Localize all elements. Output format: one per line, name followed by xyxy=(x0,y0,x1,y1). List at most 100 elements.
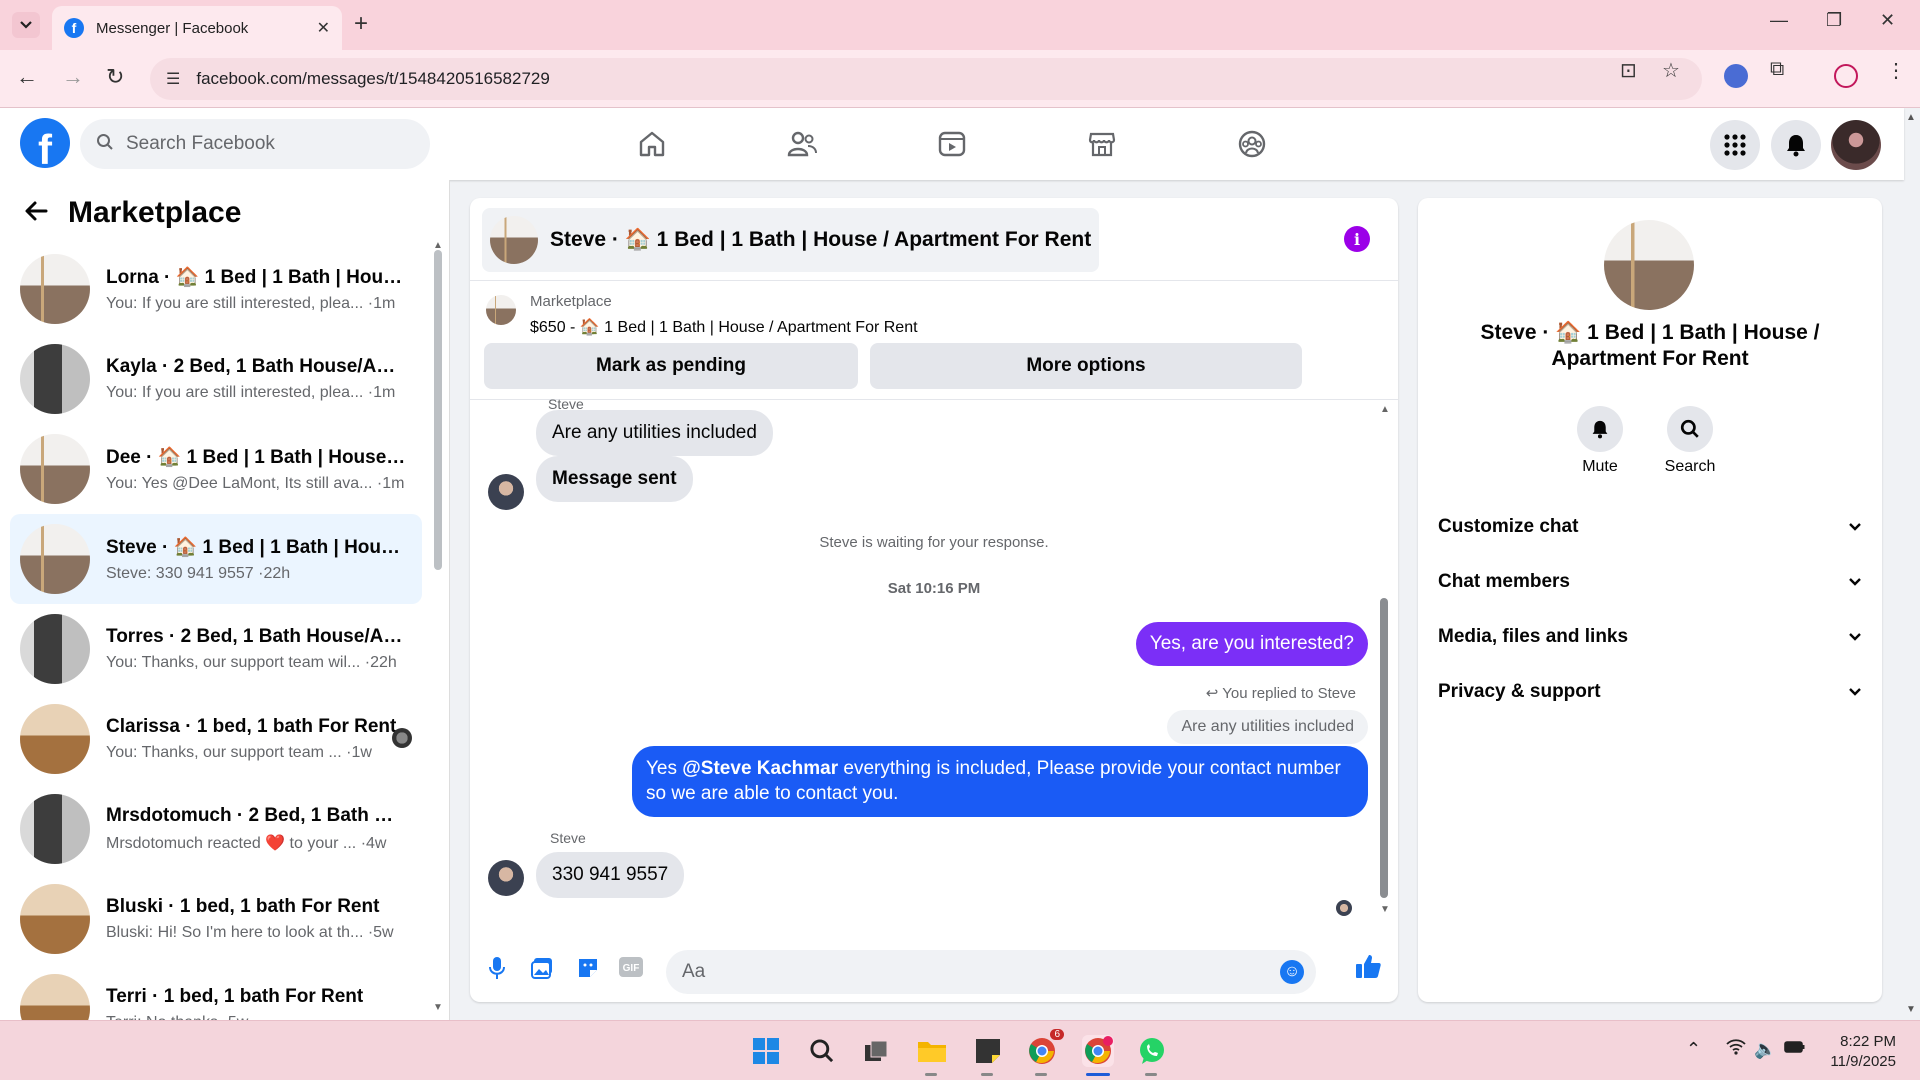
incoming-message[interactable]: Message sent xyxy=(536,456,693,502)
conversation-text: Kayla · 2 Bed, 1 Bath House/Apa... You: I… xyxy=(106,356,406,402)
video-icon[interactable] xyxy=(924,122,980,166)
conversation-item[interactable]: Mrsdotomuch · 2 Bed, 1 Bath Ho... Mrsdoto… xyxy=(10,784,422,874)
minimize-icon[interactable]: — xyxy=(1770,10,1788,31)
notifications-bell-icon[interactable] xyxy=(1771,120,1821,170)
conversation-item[interactable]: Clarissa · 1 bed, 1 bath For Rent You: Th… xyxy=(10,694,422,784)
restore-icon[interactable]: ❐ xyxy=(1826,10,1842,31)
whatsapp-running-indicator xyxy=(1145,1073,1157,1076)
close-window-icon[interactable]: ✕ xyxy=(1880,10,1895,31)
mark-as-pending-button[interactable]: Mark as pending xyxy=(484,343,858,389)
conversation-item[interactable]: Kayla · 2 Bed, 1 Bath House/Apa... You: I… xyxy=(10,334,422,424)
page-scroll-down-icon[interactable]: ▼ xyxy=(1906,1004,1916,1015)
mute-button[interactable]: Mute xyxy=(1560,406,1640,476)
taskbar-search-icon[interactable] xyxy=(806,1035,838,1067)
sidebar-scroll-down-icon[interactable]: ▼ xyxy=(433,1002,443,1013)
browser-menu-icon[interactable]: ⋮ xyxy=(1886,58,1906,83)
message-input[interactable]: Aa ☺ xyxy=(666,950,1316,994)
facebook-search-input[interactable]: Search Facebook xyxy=(80,119,430,169)
listing-title[interactable]: $650 - 🏠 1 Bed | 1 Bath | House / Apartm… xyxy=(530,317,918,337)
quoted-message[interactable]: Are any utilities included xyxy=(1167,710,1368,744)
conversation-item[interactable]: Torres · 2 Bed, 1 Bath House/Ap... You: T… xyxy=(10,604,422,694)
outgoing-message[interactable]: Yes, are you interested? xyxy=(1135,622,1368,666)
incoming-message[interactable]: 330 941 9557 xyxy=(536,852,685,898)
section-label: Chat members xyxy=(1438,571,1570,592)
extensions-puzzle-icon[interactable]: ⧉ xyxy=(1770,58,1784,81)
chat-scroll-down-icon[interactable]: ▼ xyxy=(1380,904,1390,915)
more-options-button[interactable]: More options xyxy=(870,343,1302,389)
reload-icon[interactable]: ↻ xyxy=(106,64,124,90)
sidebar-scrollbar[interactable] xyxy=(434,250,442,570)
incoming-message[interactable]: Are any utilities included xyxy=(536,410,773,456)
install-app-icon[interactable]: ⊡ xyxy=(1620,58,1637,83)
site-info-icon[interactable]: ☰ xyxy=(166,69,180,89)
profile-icon[interactable] xyxy=(1834,64,1858,88)
home-icon[interactable] xyxy=(624,122,680,166)
browser-tab[interactable]: f Messenger | Facebook ✕ xyxy=(52,6,342,50)
back-arrow-icon[interactable] xyxy=(24,196,48,230)
task-view-icon[interactable] xyxy=(860,1035,892,1067)
outgoing-message[interactable]: Yes @Steve Kachmar everything is include… xyxy=(632,746,1368,818)
conversation-item[interactable]: Lorna · 🏠 1 Bed | 1 Bath | House... You: … xyxy=(10,244,422,334)
chat-scroll-up-icon[interactable]: ▲ xyxy=(1380,404,1390,415)
file-explorer-icon[interactable] xyxy=(916,1035,948,1067)
microphone-icon[interactable] xyxy=(488,956,506,986)
info-avatar xyxy=(1604,220,1694,310)
chat-scrollbar[interactable] xyxy=(1380,598,1388,898)
chrome-running-indicator xyxy=(1035,1073,1047,1076)
friends-icon[interactable] xyxy=(774,122,830,166)
search-in-chat-button[interactable]: Search xyxy=(1650,406,1730,476)
conversation-item[interactable]: Bluski · 1 bed, 1 bath For Rent Bluski: H… xyxy=(10,874,422,964)
chat-header[interactable]: Steve · 🏠 1 Bed | 1 Bath | House / Apart… xyxy=(482,208,1100,272)
tab-search-chevron-icon[interactable] xyxy=(12,12,40,38)
forward-icon[interactable]: → xyxy=(62,64,84,90)
reply-arrow-icon: ↩ xyxy=(1205,685,1219,702)
address-bar[interactable]: ☰ facebook.com/messages/t/15484205165827… xyxy=(150,58,1702,100)
emoji-icon[interactable]: ☺ xyxy=(1280,960,1304,984)
start-windows-icon[interactable] xyxy=(750,1035,782,1067)
tab-close-icon[interactable]: ✕ xyxy=(317,18,330,38)
thumbs-up-icon[interactable] xyxy=(1354,952,1382,986)
back-icon[interactable]: ← xyxy=(16,64,38,90)
page-scroll-up-icon[interactable]: ▲ xyxy=(1906,112,1916,123)
info-icon[interactable]: i xyxy=(1344,226,1370,252)
menu-grid-icon[interactable] xyxy=(1710,120,1760,170)
facebook-logo-icon[interactable]: f xyxy=(20,118,70,168)
reply-note-text: You replied to Steve xyxy=(1222,685,1356,702)
conversation-text: Bluski · 1 bed, 1 bath For Rent Bluski: H… xyxy=(106,896,406,942)
chrome-profile-icon[interactable] xyxy=(1082,1035,1114,1067)
customize-chat-section[interactable]: Customize chat xyxy=(1438,504,1862,550)
media-files-links-section[interactable]: Media, files and links xyxy=(1438,614,1862,660)
volume-icon[interactable]: 🔈 xyxy=(1754,1039,1776,1060)
whatsapp-icon[interactable] xyxy=(1136,1035,1168,1067)
mention-link[interactable]: @Steve Kachmar xyxy=(682,758,838,779)
wifi-icon[interactable] xyxy=(1726,1039,1746,1060)
browser-toolbar: ← → ↻ ☰ facebook.com/messages/t/15484205… xyxy=(0,50,1920,108)
facebook-top-nav: f Search Facebook xyxy=(0,108,1904,180)
photo-icon[interactable] xyxy=(530,956,554,986)
new-tab-button[interactable]: + xyxy=(354,10,368,38)
marketplace-icon[interactable] xyxy=(1074,122,1130,166)
groups-icon[interactable] xyxy=(1224,122,1280,166)
system-clock[interactable]: 8:22 PM 11/9/2025 xyxy=(1830,1032,1896,1073)
tray-chevron-up-icon[interactable]: ⌃ xyxy=(1686,1039,1701,1060)
privacy-support-section[interactable]: Privacy & support xyxy=(1438,669,1862,715)
bookmark-star-icon[interactable]: ☆ xyxy=(1662,58,1680,83)
conversation-text: Torres · 2 Bed, 1 Bath House/Ap... You: T… xyxy=(106,626,406,672)
account-avatar[interactable] xyxy=(1831,120,1881,170)
battery-icon[interactable] xyxy=(1784,1039,1806,1060)
gif-icon[interactable]: GIF xyxy=(618,956,644,984)
conversation-item[interactable]: Dee · 🏠 1 Bed | 1 Bath | House / ... You:… xyxy=(10,424,422,514)
conversation-text: Steve · 🏠 1 Bed | 1 Bath | House ... Stev… xyxy=(106,535,406,583)
conversation-preview: Mrsdotomuch reacted ❤️ to your ... ·4w xyxy=(106,835,387,852)
extension-icon[interactable] xyxy=(1724,64,1748,88)
sticker-icon[interactable] xyxy=(576,956,600,986)
facebook-favicon-icon: f xyxy=(64,18,84,38)
chat-members-section[interactable]: Chat members xyxy=(1438,559,1862,605)
search-label: Search xyxy=(1664,458,1716,475)
sticky-notes-icon[interactable] xyxy=(972,1035,1004,1067)
conversation-item[interactable]: Steve · 🏠 1 Bed | 1 Bath | House ... Stev… xyxy=(10,514,422,604)
chrome-icon[interactable]: 6 xyxy=(1026,1029,1064,1067)
waiting-notice: Steve is waiting for your response. xyxy=(819,534,1049,551)
conversation-avatar xyxy=(20,434,90,504)
section-label: Privacy & support xyxy=(1438,681,1601,702)
